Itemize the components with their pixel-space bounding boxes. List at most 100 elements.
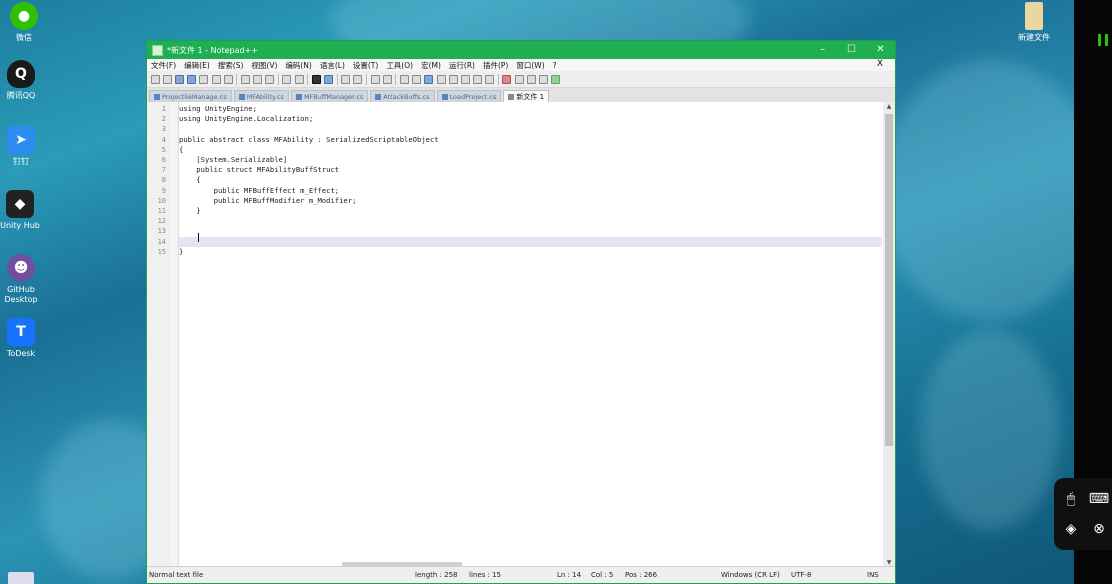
desktop-icon-dingtalk[interactable]: ➤ 钉钉 xyxy=(0,126,45,167)
menu-settings[interactable]: 设置(T) xyxy=(353,60,378,71)
taskbar-icon[interactable] xyxy=(8,572,34,584)
notepad-window: *新文件 1 - Notepad++ – ☐ ✕ 文件(F) 编辑(E) 搜索(… xyxy=(146,40,896,584)
monitoring-icon[interactable] xyxy=(485,74,495,84)
tab-mfability[interactable]: MFAbility.cs xyxy=(233,90,289,102)
tab-mfbuffmanager[interactable]: MFBuffManager.cs xyxy=(290,90,369,102)
print-icon[interactable] xyxy=(223,74,233,84)
wechat-icon: ● xyxy=(10,2,38,30)
layers-icon[interactable]: ◈ xyxy=(1060,518,1082,540)
copy-icon[interactable] xyxy=(253,74,263,84)
paste-icon[interactable] xyxy=(265,74,275,84)
redo-icon[interactable] xyxy=(294,74,304,84)
menu-plugins[interactable]: 插件(P) xyxy=(483,60,508,71)
zoom-in-icon[interactable] xyxy=(341,74,351,84)
scroll-up-icon[interactable]: ▲ xyxy=(883,102,895,112)
show-all-chars-icon[interactable] xyxy=(412,74,422,84)
indent-guide-icon[interactable] xyxy=(424,74,434,84)
tab-new-file-1[interactable]: 新文件 1 xyxy=(503,90,550,102)
menu-run[interactable]: 运行(R) xyxy=(449,60,475,71)
tab-projectile-manage[interactable]: ProjectileManage.cs xyxy=(149,90,232,102)
status-encoding: UTF-8 xyxy=(791,571,812,579)
close-button[interactable]: ✕ xyxy=(866,41,895,59)
menu-window[interactable]: 窗口(W) xyxy=(516,60,544,71)
menu-file[interactable]: 文件(F) xyxy=(151,60,176,71)
save-all-icon[interactable] xyxy=(187,74,197,84)
desktop-icon-file[interactable]: 新建文件 xyxy=(1010,2,1058,43)
play-macro-icon[interactable] xyxy=(526,74,536,84)
replace-icon[interactable] xyxy=(324,74,334,84)
close-document-button[interactable]: X xyxy=(877,59,883,69)
folder-workspace-icon[interactable] xyxy=(473,74,483,84)
close-circle-icon[interactable]: ⊗ xyxy=(1088,518,1110,540)
editor-area[interactable]: 1 2 3 4 5 6 7 8 9 10 11 12 13 14 15 using UnityEngine;… xyxy=(147,102,895,568)
scroll-thumb[interactable] xyxy=(885,114,893,446)
menu-search[interactable]: 搜索(S) xyxy=(218,60,244,71)
menu-encoding[interactable]: 编码(N) xyxy=(285,60,311,71)
record-macro-icon[interactable] xyxy=(502,74,512,84)
title-bar[interactable]: *新文件 1 - Notepad++ – ☐ ✕ xyxy=(147,41,895,59)
line-number: 5 xyxy=(161,145,166,154)
code-line: public abstract class MFAbility : Serial… xyxy=(179,134,439,144)
desktop-icon-label: 新建文件 xyxy=(1018,33,1050,42)
save-icon[interactable] xyxy=(174,74,184,84)
open-file-icon[interactable] xyxy=(162,74,172,84)
line-number: 4 xyxy=(161,135,166,144)
menu-edit[interactable]: 编辑(E) xyxy=(184,60,210,71)
desktop-icon-label: GitHub Desktop xyxy=(4,285,38,304)
desktop-icon-label: Unity Hub xyxy=(0,221,40,230)
desktop-icon-label: 腾讯QQ xyxy=(6,91,36,100)
desktop-icon-qq[interactable]: Q 腾讯QQ xyxy=(0,60,45,101)
menu-macro[interactable]: 宏(M) xyxy=(421,60,441,71)
toolbar xyxy=(147,71,895,88)
desktop-icon-label: ToDesk xyxy=(6,349,36,358)
close-all-icon[interactable] xyxy=(211,74,221,84)
desktop-icon-github[interactable]: ☻ GitHub Desktop xyxy=(0,254,45,305)
menu-language[interactable]: 语言(L) xyxy=(320,60,345,71)
code-line: using UnityEngine; xyxy=(179,104,257,113)
line-number: 7 xyxy=(161,166,166,175)
menu-view[interactable]: 视图(V) xyxy=(251,60,277,71)
line-number: 14 xyxy=(157,237,166,246)
notepad-icon xyxy=(152,44,163,56)
remote-tool-panel: 🖱 ⌨ ◈ ⊗ xyxy=(1054,478,1112,550)
vertical-scrollbar[interactable]: ▲ ▼ xyxy=(883,102,895,568)
save-macro-icon[interactable] xyxy=(551,74,561,84)
tab-label: LoadProject.cs xyxy=(449,92,497,101)
stop-macro-icon[interactable] xyxy=(514,74,524,84)
code-line: } xyxy=(179,246,184,256)
line-number-gutter: 1 2 3 4 5 6 7 8 9 10 11 12 13 14 15 xyxy=(147,102,179,568)
toolbar-separator xyxy=(307,73,309,85)
line-number: 11 xyxy=(157,207,166,215)
menu-help[interactable]: ? xyxy=(553,61,557,70)
sync-vertical-icon[interactable] xyxy=(370,74,380,84)
find-icon[interactable] xyxy=(311,74,321,84)
line-number: 15 xyxy=(157,247,166,256)
code-line xyxy=(179,236,882,247)
mouse-icon[interactable]: 🖱 xyxy=(1060,488,1082,510)
keyboard-icon[interactable]: ⌨ xyxy=(1088,488,1110,510)
zoom-out-icon[interactable] xyxy=(353,74,363,84)
code-line: public MFBuffEffect m_Effect; xyxy=(179,185,340,195)
doc-map-icon[interactable] xyxy=(448,74,458,84)
fold-margin[interactable] xyxy=(170,102,177,568)
word-wrap-icon[interactable] xyxy=(399,74,409,84)
new-file-icon[interactable] xyxy=(150,74,160,84)
lang-define-icon[interactable] xyxy=(436,74,446,84)
desktop-icon-unity-hub[interactable]: ◆ Unity Hub xyxy=(0,190,44,231)
toolbar-separator xyxy=(277,73,279,85)
desktop-icon-todesk[interactable]: T ToDesk xyxy=(0,318,45,359)
menu-tools[interactable]: 工具(O) xyxy=(386,60,413,71)
desktop-icon-wechat[interactable]: ● 微信 xyxy=(0,2,48,43)
function-list-icon[interactable] xyxy=(460,74,470,84)
play-multiple-icon[interactable] xyxy=(539,74,549,84)
minimize-button[interactable]: – xyxy=(808,41,837,59)
close-file-icon[interactable] xyxy=(199,74,209,84)
maximize-button[interactable]: ☐ xyxy=(837,41,866,59)
sync-horizontal-icon[interactable] xyxy=(382,74,392,84)
undo-icon[interactable] xyxy=(282,74,292,84)
tab-attackbuffs[interactable]: AttackBuffs.cs xyxy=(370,90,435,102)
tab-loadproject[interactable]: LoadProject.cs xyxy=(436,90,502,102)
code-area[interactable]: using UnityEngine; using UnityEngine.Loca… xyxy=(179,102,882,568)
cut-icon[interactable] xyxy=(240,74,250,84)
